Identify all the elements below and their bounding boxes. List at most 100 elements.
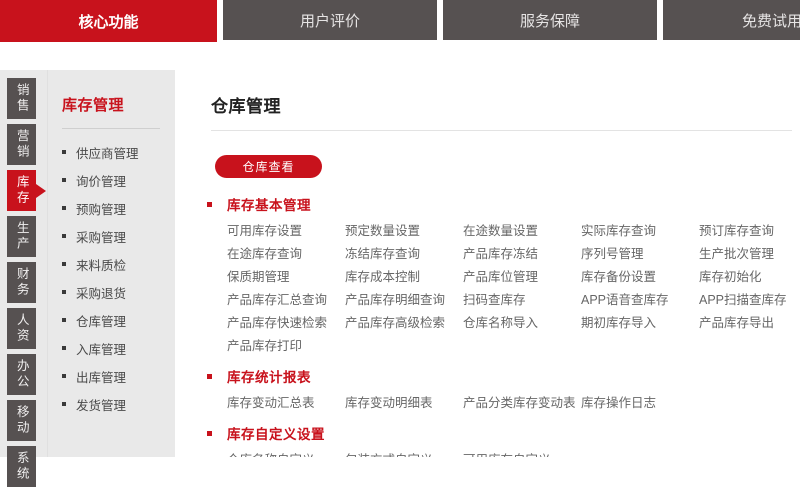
top-nav: 核心功能用户评价服务保障免费试用 bbox=[0, 0, 800, 42]
sidebar-module-label: 生产 bbox=[15, 221, 28, 252]
feature-item: 仓库名称自定义 bbox=[227, 449, 345, 457]
feature-item: 序列号管理 bbox=[581, 243, 699, 266]
feature-item: APP语音查库存 bbox=[581, 289, 699, 312]
feature-item: 产品库存打印 bbox=[227, 335, 345, 358]
feature-item: 库存初始化 bbox=[699, 266, 800, 289]
bullet-icon bbox=[207, 202, 212, 207]
bullet-icon bbox=[62, 402, 66, 406]
bullet-icon bbox=[207, 431, 212, 436]
feature-item: 预定数量设置 bbox=[345, 220, 463, 243]
submenu-title: 库存管理 bbox=[62, 94, 175, 115]
submenu-item-7[interactable]: 仓库管理 bbox=[62, 306, 175, 334]
feature-item: 产品库存冻结 bbox=[463, 243, 581, 266]
bullet-icon bbox=[62, 346, 66, 350]
feature-item: 产品库存明细查询 bbox=[345, 289, 463, 312]
section-heading: 库存自定义设置 bbox=[207, 423, 792, 443]
bullet-icon bbox=[62, 150, 66, 154]
submenu-item-label: 询价管理 bbox=[76, 171, 126, 190]
feature-item: 冻结库存查询 bbox=[345, 243, 463, 266]
feature-item: 期初库存导入 bbox=[581, 312, 699, 335]
submenu-item-3[interactable]: 预购管理 bbox=[62, 194, 175, 222]
bullet-icon bbox=[62, 290, 66, 294]
main-panel: 仓库管理 仓库查看 库存基本管理可用库存设置预定数量设置在途数量设置实际库存查询… bbox=[183, 70, 800, 457]
feature-item: 在途数量设置 bbox=[463, 220, 581, 243]
feature-item: 库存成本控制 bbox=[345, 266, 463, 289]
section-heading: 库存统计报表 bbox=[207, 366, 792, 386]
submenu-item-10[interactable]: 发货管理 bbox=[62, 390, 175, 418]
feature-item: 产品分类库存变动表 bbox=[463, 392, 581, 415]
submenu-item-label: 预购管理 bbox=[76, 199, 126, 218]
submenu-item-8[interactable]: 入库管理 bbox=[62, 334, 175, 362]
sidebar-module-label: 人资 bbox=[15, 313, 28, 344]
submenu-item-9[interactable]: 出库管理 bbox=[62, 362, 175, 390]
feature-item: 在途库存查询 bbox=[227, 243, 345, 266]
submenu-item-label: 供应商管理 bbox=[76, 143, 139, 162]
feature-item: 库存操作日志 bbox=[581, 392, 699, 415]
feature-item: 预订库存查询 bbox=[699, 220, 800, 243]
feature-item: 包装方式自定义 bbox=[345, 449, 463, 457]
section-heading: 库存基本管理 bbox=[207, 194, 792, 214]
submenu-item-label: 发货管理 bbox=[76, 395, 126, 414]
feature-item: 库存备份设置 bbox=[581, 266, 699, 289]
feature-item: 可用库存设置 bbox=[227, 220, 345, 243]
section-heading-label: 库存统计报表 bbox=[227, 366, 311, 386]
feature-item: 生产批次管理 bbox=[699, 243, 800, 266]
feature-item: 产品库存快速检索 bbox=[227, 312, 345, 335]
sidebar-module-label: 销售 bbox=[15, 83, 28, 114]
warehouse-view-button[interactable]: 仓库查看 bbox=[215, 155, 322, 178]
submenu-list: 供应商管理询价管理预购管理采购管理来料质检采购退货仓库管理入库管理出库管理发货管… bbox=[62, 138, 175, 418]
feature-item: 库存变动汇总表 bbox=[227, 392, 345, 415]
feature-grid: 库存变动汇总表库存变动明细表产品分类库存变动表库存操作日志 bbox=[227, 392, 792, 415]
submenu-item-label: 来料质检 bbox=[76, 255, 126, 274]
feature-item: 库存变动明细表 bbox=[345, 392, 463, 415]
feature-item: 产品库存高级检索 bbox=[345, 312, 463, 335]
sidebar-module-9[interactable]: 系统 bbox=[7, 446, 36, 487]
submenu-panel: 库存管理 供应商管理询价管理预购管理采购管理来料质检采购退货仓库管理入库管理出库… bbox=[48, 70, 175, 457]
submenu-item-1[interactable]: 供应商管理 bbox=[62, 138, 175, 166]
sidebar-module-5[interactable]: 财务 bbox=[7, 262, 36, 303]
sidebar-module-6[interactable]: 人资 bbox=[7, 308, 36, 349]
feature-item: 产品库存导出 bbox=[699, 312, 800, 335]
nav-tab-4[interactable]: 免费试用 bbox=[663, 0, 800, 40]
feature-item: 保质期管理 bbox=[227, 266, 345, 289]
nav-tab-1[interactable]: 核心功能 bbox=[0, 0, 217, 42]
sidebar-module-label: 办公 bbox=[15, 359, 28, 390]
sidebar-module-label: 营销 bbox=[15, 129, 28, 160]
sidebar-module-label: 系统 bbox=[15, 451, 28, 482]
feature-item: 可用库存自定义 bbox=[463, 449, 581, 457]
bullet-icon bbox=[62, 318, 66, 322]
feature-section-2: 库存统计报表库存变动汇总表库存变动明细表产品分类库存变动表库存操作日志 bbox=[207, 366, 792, 415]
bullet-icon bbox=[62, 262, 66, 266]
submenu-divider bbox=[62, 128, 160, 129]
page-body: 销售营销库存生产财务人资办公移动系统 库存管理 供应商管理询价管理预购管理采购管… bbox=[0, 70, 800, 457]
feature-grid: 可用库存设置预定数量设置在途数量设置实际库存查询预订库存查询在途库存查询冻结库存… bbox=[227, 220, 792, 358]
submenu-item-4[interactable]: 采购管理 bbox=[62, 222, 175, 250]
sidebar-module-7[interactable]: 办公 bbox=[7, 354, 36, 395]
bullet-icon bbox=[62, 206, 66, 210]
submenu-item-5[interactable]: 来料质检 bbox=[62, 250, 175, 278]
submenu-item-6[interactable]: 采购退货 bbox=[62, 278, 175, 306]
feature-sections: 库存基本管理可用库存设置预定数量设置在途数量设置实际库存查询预订库存查询在途库存… bbox=[207, 194, 792, 457]
sidebar-module-1[interactable]: 销售 bbox=[7, 78, 36, 119]
submenu-item-2[interactable]: 询价管理 bbox=[62, 166, 175, 194]
section-heading-label: 库存自定义设置 bbox=[227, 423, 325, 443]
feature-section-1: 库存基本管理可用库存设置预定数量设置在途数量设置实际库存查询预订库存查询在途库存… bbox=[207, 194, 792, 358]
feature-section-3: 库存自定义设置仓库名称自定义包装方式自定义可用库存自定义 bbox=[207, 423, 792, 457]
nav-tab-2[interactable]: 用户评价 bbox=[223, 0, 437, 40]
bullet-icon bbox=[62, 178, 66, 182]
sidebar-module-label: 移动 bbox=[15, 405, 28, 436]
nav-tab-3[interactable]: 服务保障 bbox=[443, 0, 657, 40]
bullet-icon bbox=[62, 234, 66, 238]
feature-item: APP扫描查库存 bbox=[699, 289, 800, 312]
feature-item: 实际库存查询 bbox=[581, 220, 699, 243]
bullet-icon bbox=[207, 374, 212, 379]
page-title: 仓库管理 bbox=[211, 92, 792, 117]
sidebar-module-3[interactable]: 库存 bbox=[7, 170, 36, 211]
sidebar-module-2[interactable]: 营销 bbox=[7, 124, 36, 165]
submenu-item-label: 采购管理 bbox=[76, 227, 126, 246]
submenu-item-label: 仓库管理 bbox=[76, 311, 126, 330]
bullet-icon bbox=[62, 374, 66, 378]
sidebar-module-8[interactable]: 移动 bbox=[7, 400, 36, 441]
sidebar-module-4[interactable]: 生产 bbox=[7, 216, 36, 257]
submenu-item-label: 出库管理 bbox=[76, 367, 126, 386]
